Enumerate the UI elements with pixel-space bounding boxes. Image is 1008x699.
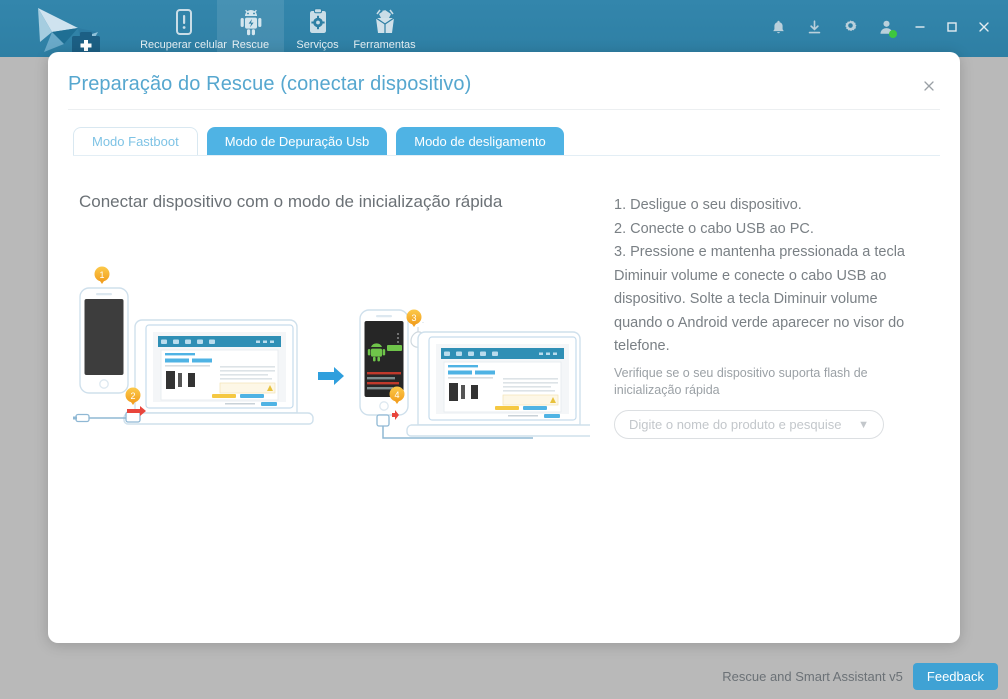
close-icon (922, 79, 936, 96)
download-icon (806, 19, 823, 41)
application-window: Recuperar celular Rescue Serviços Ferram… (0, 0, 1008, 699)
svg-text:1: 1 (99, 270, 104, 280)
product-search-placeholder: Digite o nome do produto e pesquise (629, 417, 842, 432)
content-heading: Conectar dispositivo com o modo de inici… (79, 192, 503, 211)
close-icon (977, 20, 991, 39)
product-search-select[interactable]: Digite o nome do produto e pesquise ▼ (614, 410, 884, 439)
badge-1: 1 (94, 266, 110, 284)
gear-icon (842, 19, 859, 41)
app-footer: Rescue and Smart Assistant v5 Feedback (0, 653, 1008, 699)
chevron-down-icon: ▼ (858, 418, 869, 431)
nav-item-firmware[interactable]: Ferramentas (351, 0, 418, 57)
instruction-step: 1. Desligue o seu dispositivo. (614, 197, 802, 213)
nav-label-firmware: Ferramentas (353, 39, 416, 51)
feedback-button[interactable]: Feedback (912, 662, 998, 690)
fastboot-support-note: Verifique se o seu dispositivo suporta f… (614, 366, 868, 397)
maximize-icon (945, 20, 959, 39)
mode-tabs: Modo Fastboot Modo de Depuração Usb Modo… (73, 127, 564, 155)
app-header: Recuperar celular Rescue Serviços Ferram… (0, 0, 1008, 57)
instruction-steps: 1. Desligue o seu dispositivo. 2. Conect… (614, 194, 914, 359)
tabs-underline (73, 155, 940, 156)
fastboot-connection-diagram: 1 2 - 3 4 (70, 260, 597, 490)
instruction-step: 2. Conecte o cabo USB ao PC. (614, 220, 814, 237)
svg-text:-: - (422, 320, 424, 326)
main-nav: Recuperar celular Rescue Serviços Ferram… (140, 0, 418, 57)
nav-item-service[interactable]: Serviços (284, 0, 351, 57)
nav-label-rescue: Rescue (231, 39, 270, 51)
phone-alert-icon (169, 7, 199, 37)
clipboard-gear-icon (303, 7, 333, 37)
tab-label: Modo de desligamento (414, 133, 546, 149)
minimize-button[interactable] (904, 12, 936, 48)
svg-text:4: 4 (394, 390, 399, 400)
tab-label: Modo Fastboot (92, 134, 179, 149)
account-online-badge (889, 29, 897, 38)
svg-text:3: 3 (411, 313, 416, 323)
nav-label-service: Serviços (296, 39, 339, 51)
rescue-preparation-dialog: Preparação do Rescue (conectar dispositi… (48, 52, 960, 643)
dialog-divider (68, 109, 940, 110)
nav-label-device: Recuperar celular (140, 39, 227, 51)
broken-box-icon (370, 7, 400, 37)
svg-text:2: 2 (130, 391, 135, 401)
close-button[interactable] (968, 12, 1000, 48)
header-actions (760, 0, 1000, 57)
android-bolt-icon (236, 7, 266, 37)
badge-3: 3 (406, 309, 422, 327)
minimize-icon (913, 20, 927, 39)
bell-icon (770, 19, 787, 41)
tab-modo-depuracao-usb[interactable]: Modo de Depuração Usb (206, 127, 388, 155)
tab-modo-fastboot[interactable]: Modo Fastboot (73, 127, 198, 155)
nav-item-rescue[interactable]: Rescue (217, 0, 284, 57)
maximize-button[interactable] (936, 12, 968, 48)
app-version-label: Rescue and Smart Assistant v5 (722, 668, 903, 684)
tab-label: Modo de Depuração Usb (224, 133, 370, 149)
notifications-button[interactable] (760, 12, 796, 48)
arrow-right-icon (318, 367, 344, 385)
nav-item-device[interactable]: Recuperar celular (140, 0, 227, 57)
downloads-button[interactable] (796, 12, 832, 48)
tab-modo-desligamento[interactable]: Modo de desligamento (396, 127, 564, 155)
dialog-title: Preparação do Rescue (conectar dispositi… (68, 73, 472, 95)
rescue-bird-logo (18, 2, 123, 57)
account-button[interactable] (868, 12, 904, 48)
settings-button[interactable] (832, 12, 868, 48)
dialog-close-button[interactable] (916, 74, 942, 100)
instruction-step: 3. Pressione e mantenha pressionada a te… (614, 244, 905, 354)
